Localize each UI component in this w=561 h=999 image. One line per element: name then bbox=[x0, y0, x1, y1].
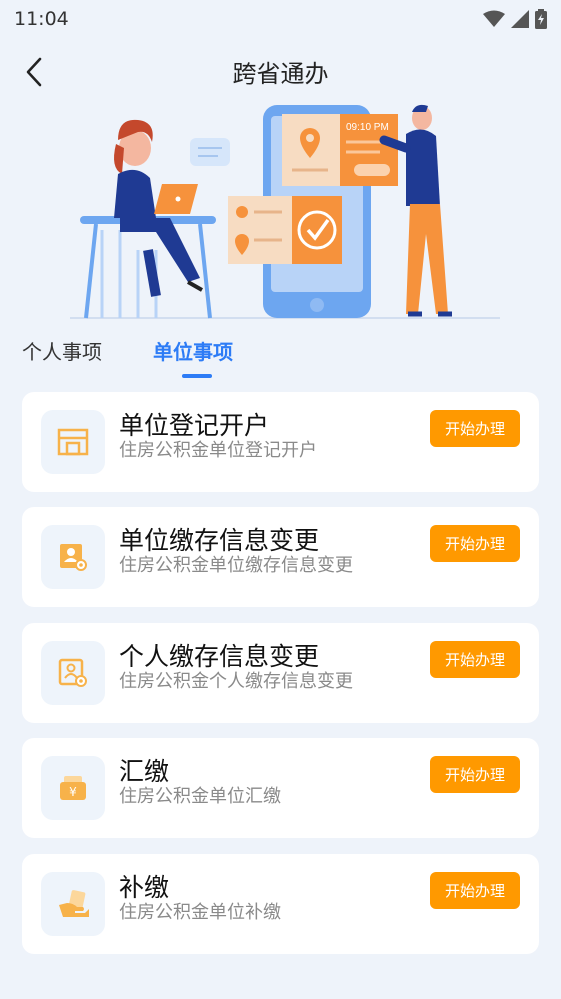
status-time: 11:04 bbox=[14, 8, 69, 30]
card-description: 住房公积金单位补缴 bbox=[119, 902, 281, 923]
storefront-icon bbox=[57, 428, 89, 456]
wifi-icon bbox=[483, 10, 505, 27]
service-card-remittance: ¥ 汇缴 住房公积金单位汇缴 开始办理 bbox=[22, 738, 539, 838]
start-button[interactable]: 开始办理 bbox=[430, 410, 520, 447]
tab-unit-matters[interactable]: 单位事项 bbox=[153, 336, 233, 365]
start-button[interactable]: 开始办理 bbox=[430, 641, 520, 678]
start-button[interactable]: 开始办理 bbox=[430, 872, 520, 909]
card-icon-box bbox=[41, 525, 105, 589]
hero-clock-text: 09:10 PM bbox=[346, 122, 389, 133]
card-icon-box bbox=[41, 641, 105, 705]
status-bar: 11:04 bbox=[0, 0, 561, 38]
signal-icon bbox=[511, 10, 529, 28]
status-icons bbox=[483, 9, 547, 29]
svg-text:¥: ¥ bbox=[69, 785, 77, 799]
start-button[interactable]: 开始办理 bbox=[430, 525, 520, 562]
active-tab-indicator bbox=[182, 374, 212, 378]
office-illustration: 09:10 PM bbox=[70, 104, 500, 319]
card-icon-box bbox=[41, 872, 105, 936]
battery-icon bbox=[535, 9, 547, 29]
card-icon-box: ¥ bbox=[41, 756, 105, 820]
wallet-yuan-icon: ¥ bbox=[60, 776, 86, 800]
card-description: 住房公积金个人缴存信息变更 bbox=[119, 671, 353, 692]
page-title: 跨省通办 bbox=[232, 60, 329, 88]
hand-payment-icon bbox=[59, 890, 89, 917]
card-description: 住房公积金单位登记开户 bbox=[119, 440, 317, 461]
card-description: 住房公积金单位缴存信息变更 bbox=[119, 555, 353, 576]
start-button[interactable]: 开始办理 bbox=[430, 756, 520, 793]
service-card-personal-deposit-change: 个人缴存信息变更 住房公积金个人缴存信息变更 开始办理 bbox=[22, 623, 539, 723]
service-card-unit-deposit-change: 单位缴存信息变更 住房公积金单位缴存信息变更 开始办理 bbox=[22, 507, 539, 607]
tab-personal-matters[interactable]: 个人事项 bbox=[22, 336, 102, 365]
card-description: 住房公积金单位汇缴 bbox=[119, 786, 281, 807]
tab-bar: 个人事项 单位事项 bbox=[0, 330, 561, 382]
hero-illustration: 09:10 PM bbox=[60, 100, 510, 322]
profile-settings-icon bbox=[60, 544, 87, 571]
card-icon-box bbox=[41, 410, 105, 474]
profile-settings-icon bbox=[58, 658, 87, 687]
service-card-unit-registration: 单位登记开户 住房公积金单位登记开户 开始办理 bbox=[22, 392, 539, 492]
top-bar: 跨省通办 bbox=[0, 40, 561, 102]
service-card-supplementary-payment: 补缴 住房公积金单位补缴 开始办理 bbox=[22, 854, 539, 954]
